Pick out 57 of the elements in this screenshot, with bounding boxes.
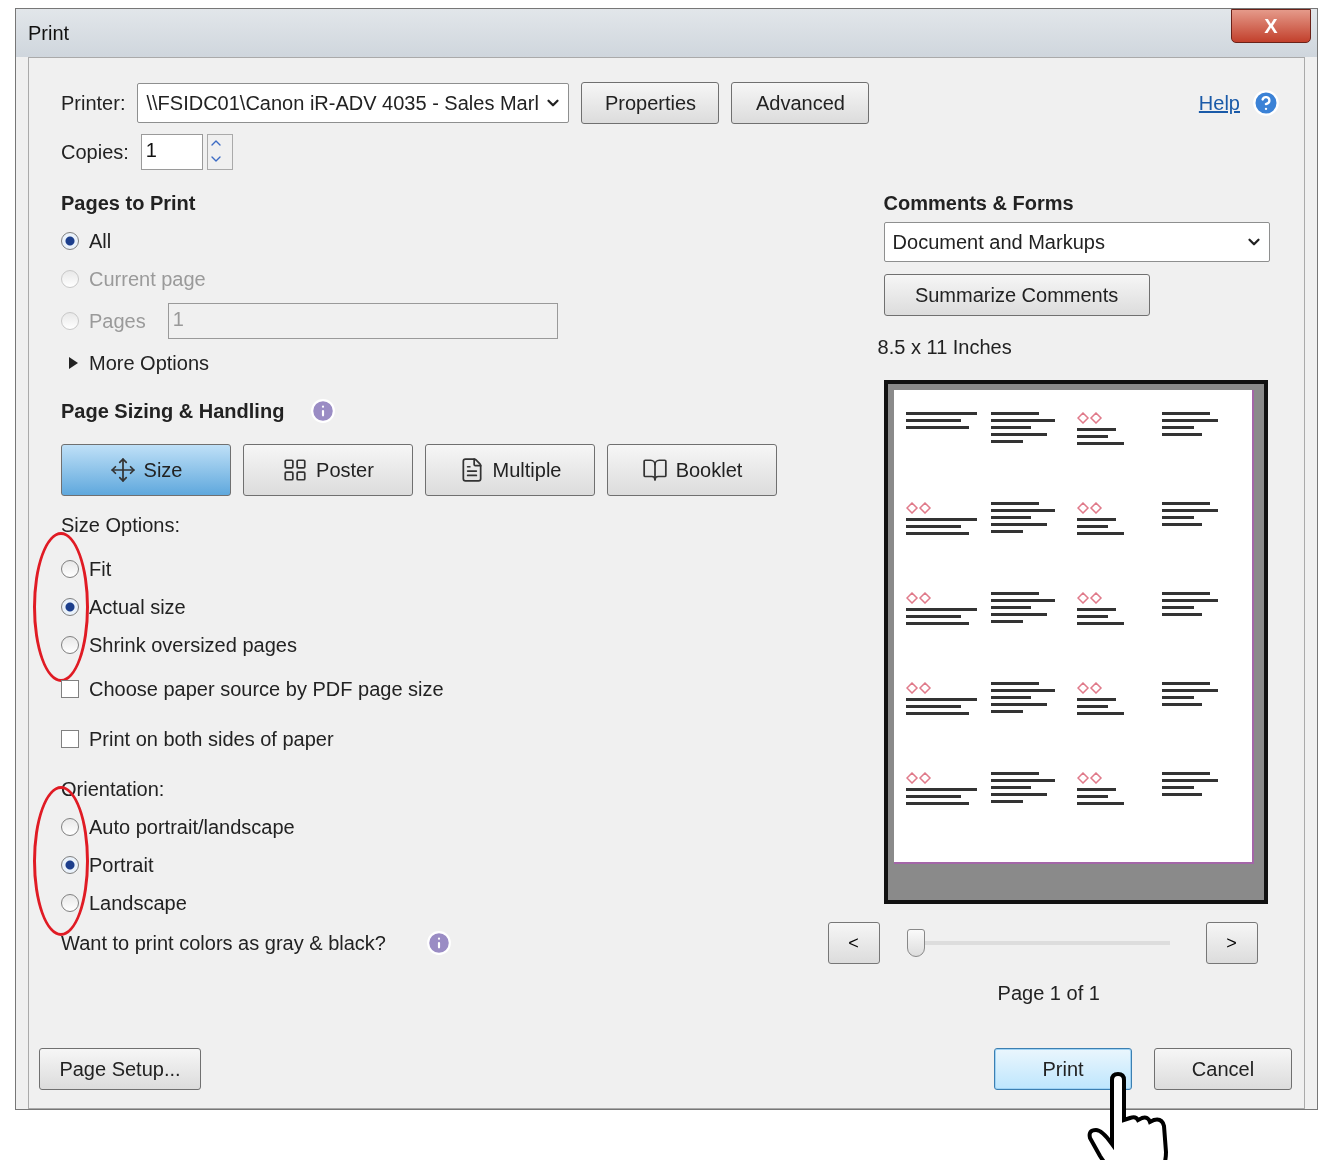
book-icon — [641, 457, 668, 483]
radio-button[interactable] — [61, 894, 79, 912]
printer-dropdown[interactable]: \\FSIDC01\Canon iR-ADV 4035 - Sales Marl — [137, 83, 570, 123]
mode-tab[interactable]: Poster — [243, 444, 413, 496]
option-label: Fit — [89, 557, 112, 581]
mode-tab[interactable]: Size — [61, 444, 231, 496]
option-label: Actual size — [89, 595, 186, 619]
spinner-arrows-icon[interactable] — [206, 134, 233, 170]
checkbox[interactable] — [61, 730, 79, 748]
next-page-button[interactable]: > — [1205, 922, 1258, 964]
radio-button[interactable] — [61, 636, 79, 654]
option-label: Landscape — [89, 891, 187, 915]
more-options-link[interactable]: More Options — [89, 351, 210, 375]
comments-dropdown[interactable]: Document and Markups — [883, 222, 1270, 262]
size-options-label: Size Options: — [61, 513, 180, 537]
orientation-label: Orientation: — [61, 777, 165, 801]
page-count-label: Page 1 of 1 — [997, 981, 1100, 1005]
option-label: Shrink oversized pages — [89, 633, 297, 657]
print-mode-question: Want to print colors as gray & black? — [61, 931, 386, 955]
summarize-comments-button[interactable]: Summarize Comments — [883, 274, 1150, 316]
radio-button[interactable] — [61, 232, 79, 250]
option-label: All — [89, 229, 112, 253]
section-heading: Pages to Print — [61, 191, 196, 215]
collapsed-triangle-icon[interactable] — [67, 356, 79, 370]
help-icon[interactable] — [1252, 89, 1280, 117]
section-heading: Comments & Forms — [883, 191, 1074, 215]
info-icon[interactable] — [310, 398, 337, 424]
dialog-button[interactable]: Properties — [581, 82, 720, 124]
copies-field[interactable]: 1 — [140, 134, 203, 170]
page-setup-button[interactable]: Page Setup... — [39, 1048, 201, 1090]
previous-page-button[interactable]: < — [827, 922, 880, 964]
help-link[interactable]: Help — [1198, 91, 1240, 115]
option-label: Pages — [89, 309, 146, 333]
mode-tab[interactable]: Multiple — [425, 444, 595, 496]
option-label: Auto portrait/landscape — [89, 815, 295, 839]
window-title: Print — [28, 21, 70, 45]
radio-button[interactable] — [61, 560, 79, 578]
printer-label: Printer: — [61, 91, 126, 115]
radio-button[interactable] — [61, 818, 79, 836]
dialog-button[interactable]: Print — [994, 1048, 1132, 1090]
section-heading: Page Sizing & Handling — [61, 399, 285, 423]
mode-tab[interactable]: Booklet — [607, 444, 777, 496]
checkbox-label: Choose paper source by PDF page size — [89, 677, 444, 701]
resize-arrows-icon — [109, 457, 136, 483]
slider-thumb[interactable] — [906, 929, 925, 957]
checkbox[interactable] — [61, 680, 79, 698]
dialog-button[interactable]: Advanced — [731, 82, 870, 124]
checkbox-label: Print on both sides of paper — [89, 727, 334, 751]
info-icon[interactable] — [425, 930, 452, 956]
radio-button[interactable] — [61, 856, 79, 874]
grid-icon — [282, 457, 309, 483]
paper-size-label: 8.5 x 11 Inches — [877, 335, 1012, 359]
option-label: Portrait — [89, 853, 154, 877]
copies-label: Copies: — [61, 140, 129, 164]
option-label: Current page — [89, 267, 206, 291]
dialog-button[interactable]: Cancel — [1154, 1048, 1292, 1090]
radio-button[interactable] — [61, 598, 79, 616]
